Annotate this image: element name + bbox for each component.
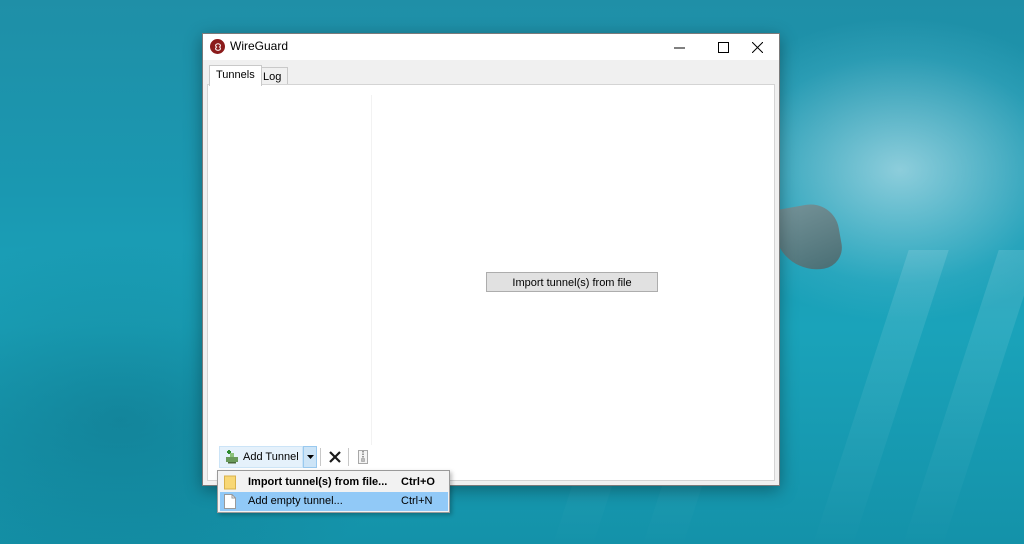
- menu-item-add-empty-tunnel[interactable]: Add empty tunnel... Ctrl+N: [220, 492, 448, 511]
- close-button[interactable]: [735, 34, 779, 60]
- minimize-icon: [673, 47, 685, 48]
- add-tunnel-icon: [226, 450, 238, 464]
- add-tunnel-button[interactable]: Add Tunnel: [219, 446, 303, 468]
- add-tunnel-menu: Import tunnel(s) from file... Ctrl+O Add…: [217, 470, 450, 513]
- import-tunnels-button[interactable]: Import tunnel(s) from file: [486, 272, 658, 292]
- close-icon: [751, 41, 763, 53]
- panel-splitter[interactable]: [371, 95, 372, 445]
- maximize-icon: [717, 41, 729, 53]
- document-icon: [224, 494, 236, 509]
- delete-tunnel-button[interactable]: [326, 448, 344, 466]
- menu-item-import-from-file[interactable]: Import tunnel(s) from file... Ctrl+O: [220, 473, 448, 492]
- folder-icon: [224, 475, 236, 490]
- toolbar-separator: [348, 448, 349, 466]
- minimize-button[interactable]: [657, 34, 701, 60]
- title-bar[interactable]: WireGuard: [203, 34, 779, 60]
- export-tunnels-button[interactable]: [356, 449, 370, 465]
- wireguard-window: WireGuard Tunnels Log Import tunnel(s) f…: [202, 33, 780, 486]
- export-zip-icon: [358, 450, 368, 464]
- tunnels-panel: Import tunnel(s) from file Add Tunnel: [207, 84, 775, 481]
- add-tunnel-label: Add Tunnel: [243, 451, 299, 463]
- toolbar-separator: [320, 448, 321, 466]
- delete-icon: [329, 451, 341, 463]
- menu-item-label: Import tunnel(s) from file...: [248, 476, 388, 488]
- wireguard-logo-icon: [210, 39, 225, 54]
- menu-item-shortcut: Ctrl+O: [401, 476, 435, 488]
- wallpaper-rock: [770, 199, 846, 277]
- chevron-down-icon: [306, 455, 314, 459]
- tab-tunnels[interactable]: Tunnels: [209, 65, 262, 86]
- menu-item-label: Add empty tunnel...: [248, 495, 343, 507]
- window-title: WireGuard: [230, 39, 289, 53]
- menu-item-shortcut: Ctrl+N: [401, 495, 433, 507]
- add-tunnel-dropdown-button[interactable]: [303, 446, 317, 468]
